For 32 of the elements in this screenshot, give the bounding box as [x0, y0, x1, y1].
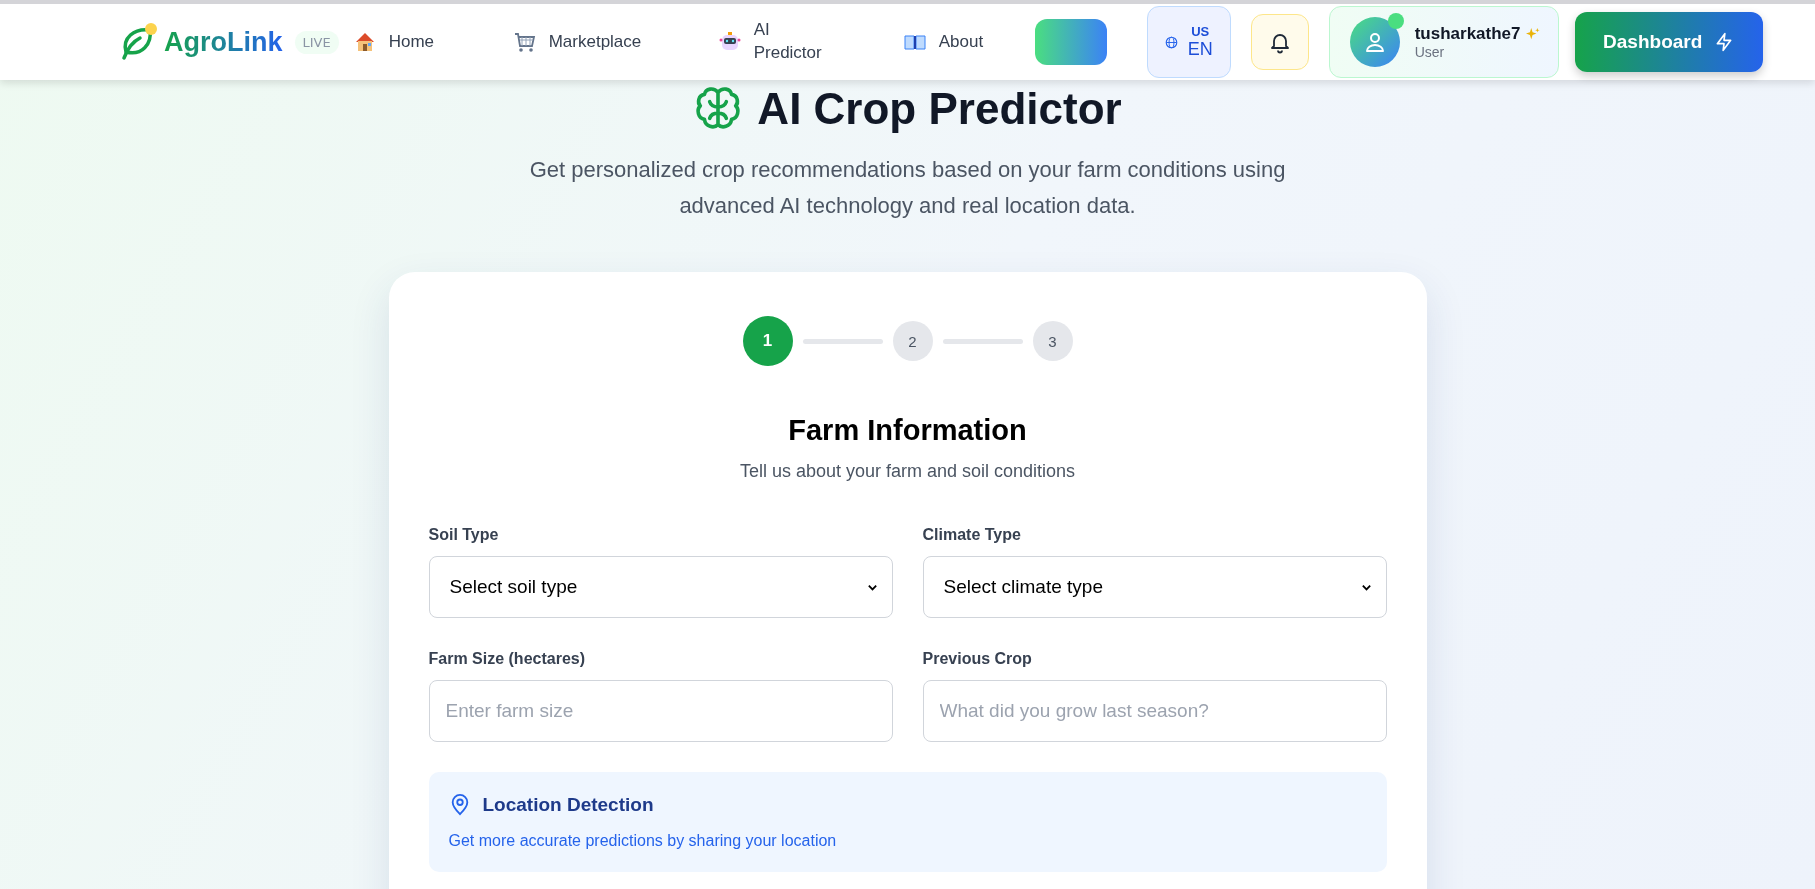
nav-link[interactable]: About — [902, 30, 1015, 54]
select-field[interactable]: Select climate type — [922, 556, 1387, 618]
cart-icon — [512, 30, 537, 54]
page-title: AI Crop Predictor — [757, 84, 1122, 134]
dashboard-button[interactable]: Dashboard — [1574, 12, 1763, 72]
input-field[interactable]: What did you grow last season? — [922, 680, 1387, 742]
live-badge: LIVE — [294, 30, 339, 54]
language-button[interactable]: US EN — [1146, 6, 1231, 78]
field-label: Previous Crop — [922, 650, 1033, 668]
field-label: Climate Type — [922, 526, 1022, 544]
gradient-button[interactable] — [1034, 19, 1107, 65]
globe-icon — [1164, 35, 1178, 49]
nav-link[interactable]: Home — [352, 30, 513, 54]
nav-link[interactable]: AI Predictor — [717, 19, 903, 65]
step-indicator: 1 — [742, 316, 793, 366]
section-title: Farm Information — [788, 414, 1027, 447]
page-subtitle: Get personalized crop recommendations based on your farm conditions using advanced AI technology and real location data. — [528, 156, 1287, 220]
step-indicator: 3 — [1032, 321, 1073, 361]
field-label: Soil Type — [428, 526, 500, 544]
user-card[interactable]: tusharkathe7 User — [1328, 6, 1559, 78]
notification-button[interactable] — [1250, 14, 1309, 70]
field-label: Farm Size (hectares) — [428, 650, 586, 668]
user-name: tusharkathe7 — [1414, 24, 1521, 44]
input-field[interactable]: Enter farm size — [428, 680, 893, 742]
user-role: User — [1414, 44, 1446, 60]
section-subtitle: Tell us about your farm and soil conditions — [739, 461, 1076, 482]
sparkle-icon — [1525, 27, 1540, 41]
location-description: Get more accurate predictions by sharing your location — [448, 832, 838, 850]
step-indicator: 2 — [892, 321, 933, 361]
select-field[interactable]: Select soil type — [428, 556, 893, 618]
location-title: Location Detection — [482, 794, 654, 816]
nav-link[interactable]: Marketplace — [512, 30, 718, 54]
